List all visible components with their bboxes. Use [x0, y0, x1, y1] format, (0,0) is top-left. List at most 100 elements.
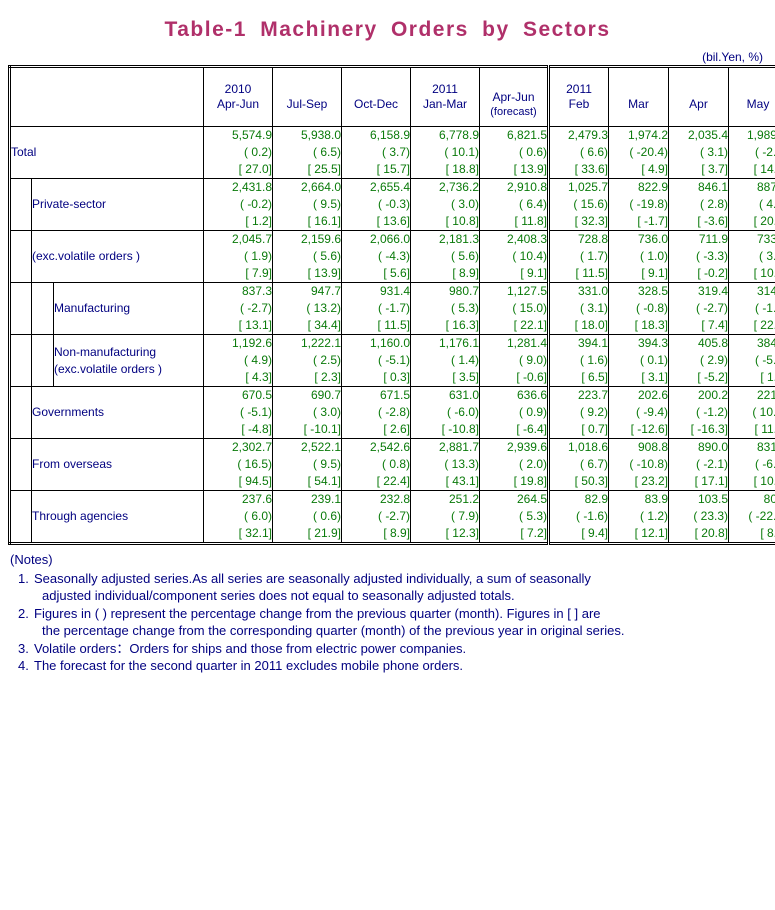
cell-yoy-percent: [ 14.7] — [753, 162, 775, 176]
data-cell: 223.7 ( 9.2) [ 0.7] — [547, 386, 609, 439]
cell-yoy-percent: [ 7.2] — [520, 526, 547, 540]
data-cell: 232.8 ( -2.7) [ 8.9] — [341, 490, 411, 544]
cell-level-value: 690.7 — [310, 388, 341, 402]
table-container: 2010 Apr-Jun Jul-Sep Oct-Dec 2011 Jan-Mar A… — [0, 65, 775, 545]
cell-change-percent: ( -5.4) — [754, 353, 775, 367]
table-row: Non-manufacturing (exc.volatile orders ) 1… — [9, 334, 775, 387]
cell-yoy-percent: [ 8.6] — [760, 526, 775, 540]
cell-change-percent: ( 10.1) — [444, 145, 479, 159]
row-label-primary: Private-sector — [32, 197, 107, 211]
cell-level-value: 947.7 — [310, 284, 341, 298]
cell-change-percent: ( 6.7) — [579, 457, 608, 471]
table-row: Private-sector 2,431.8( -0.2)[ 1.2] 2,664.… — [9, 178, 775, 231]
indent-spacer — [9, 230, 32, 283]
data-cell: 670.5 ( -5.1) [ -4.8] — [203, 386, 273, 439]
cell-level-value: 2,066.0 — [369, 232, 410, 246]
row-label-primary: Manufacturing — [54, 301, 131, 315]
cell-level-value: 80.3 — [763, 492, 775, 506]
row-label: (exc.volatile orders ) — [31, 230, 204, 283]
column-header-7: Mar — [608, 66, 669, 127]
row-label-primary: Total — [11, 145, 37, 159]
cell-change-percent: ( -2.1) — [695, 457, 728, 471]
cell-yoy-percent: [ 2.3] — [314, 370, 341, 384]
cell-level-value: 251.2 — [448, 492, 479, 506]
cell-level-value: 931.4 — [379, 284, 410, 298]
cell-level-value: 2,479.3 — [567, 128, 608, 142]
cell-yoy-percent: [ 11.8] — [514, 214, 547, 228]
data-cell: 83.9 ( 1.2) [ 12.1] — [608, 490, 669, 544]
cell-level-value: 394.1 — [577, 336, 608, 350]
cell-level-value: 394.3 — [637, 336, 668, 350]
cell-level-value: 103.5 — [697, 492, 728, 506]
cell-level-value: 202.6 — [637, 388, 668, 402]
data-cell: 384.1 ( -5.4) [ 1.5] — [728, 334, 775, 387]
cell-change-percent: ( 16.5) — [237, 457, 272, 471]
column-header-year — [729, 82, 775, 97]
cell-change-percent: ( 3.1) — [699, 145, 728, 159]
indent-spacer — [9, 386, 32, 439]
data-cell: 2,736.2 ( 3.0) [ 10.8] — [410, 178, 480, 231]
cell-change-percent: ( 4.9) — [243, 353, 272, 367]
cell-level-value: 822.9 — [637, 180, 668, 194]
note-item: 3. Volatile orders：Orders for ships and t… — [10, 640, 775, 658]
cell-level-value: 890.0 — [697, 440, 728, 454]
cell-yoy-percent: [ 12.3] — [445, 526, 479, 540]
data-cell: 239.1 ( 0.6) [ 21.9] — [272, 490, 342, 544]
cell-level-value: 200.2 — [697, 388, 728, 402]
indent-spacer — [9, 282, 32, 335]
cell-level-value: 82.9 — [584, 492, 608, 506]
data-cell: 2,408.3 ( 10.4) [ 9.1] — [479, 230, 549, 283]
cell-level-value: 2,302.7 — [231, 440, 272, 454]
cell-yoy-percent: [ 13.9] — [513, 162, 547, 176]
cell-level-value: 319.4 — [697, 284, 728, 298]
column-header-6: 2011 Feb — [547, 66, 609, 127]
note-line-1: Figures in ( ) represent the percentage … — [34, 605, 601, 621]
cell-level-value: 384.1 — [756, 336, 775, 350]
note-line-1: Seasonally adjusted series.As all series… — [34, 570, 591, 586]
cell-yoy-percent: [ 50.3] — [574, 474, 608, 488]
note-line-2: the percentage change from the correspon… — [42, 623, 625, 638]
cell-level-value: 2,910.8 — [506, 180, 547, 194]
cell-change-percent: ( 7.9) — [450, 509, 479, 523]
column-header-period: Jul-Sep — [286, 97, 328, 111]
cell-change-percent: ( 10.7) — [752, 405, 775, 419]
cell-yoy-percent: [ -4.8] — [241, 422, 272, 436]
data-cell: 1,974.2 ( -20.4) [ 4.9] — [608, 126, 669, 179]
note-line-2: adjusted individual/component series doe… — [42, 588, 515, 603]
cell-level-value: 6,158.9 — [369, 128, 410, 142]
cell-change-percent: ( 1.2) — [639, 509, 668, 523]
cell-change-percent: ( -2.8) — [377, 405, 410, 419]
cell-yoy-percent: [ 25.5] — [307, 162, 341, 176]
indent-spacer — [9, 334, 32, 387]
row-label: Private-sector — [31, 178, 204, 231]
cell-level-value: 980.7 — [448, 284, 479, 298]
unit-note: (bil.Yen, %) — [702, 50, 763, 64]
cell-yoy-percent: [ 7.9] — [245, 266, 272, 280]
cell-yoy-percent: [ 17.1] — [694, 474, 728, 488]
cell-yoy-percent: [ -1.7] — [637, 214, 668, 228]
indent-spacer — [9, 438, 32, 491]
notes-list: 1. Seasonally adjusted series.As all seri… — [10, 570, 775, 675]
cell-yoy-percent: [ 8.9] — [452, 266, 479, 280]
cell-yoy-percent: [ 21.9] — [307, 526, 341, 540]
table-row: Total 5,574.9 ( 0.2) [ 27.0] 5,938.0 ( 6.5) [ … — [9, 126, 775, 179]
cell-level-value: 2,655.4 — [369, 180, 410, 194]
cell-level-value: 2,181.3 — [438, 232, 479, 246]
data-cell: 319.4 ( -2.7) [ 7.4] — [668, 282, 729, 335]
cell-yoy-percent: [ 1.5] — [760, 370, 775, 384]
cell-yoy-percent: [ 54.1] — [307, 474, 341, 488]
column-header-year — [480, 75, 547, 90]
data-cell: 80.3 ( -22.4) [ 8.6] — [728, 490, 775, 544]
cell-level-value: 1,281.4 — [506, 336, 547, 350]
row-label: From overseas — [31, 438, 204, 491]
data-cell: 221.7 ( 10.7) [ 11.3] — [728, 386, 775, 439]
data-cell: 2,066.0 ( -4.3) [ 5.6] — [341, 230, 411, 283]
cell-change-percent: ( 4.9) — [758, 197, 775, 211]
data-cell: 82.9 ( -1.6) [ 9.4] — [547, 490, 609, 544]
cell-change-percent: ( 5.6) — [312, 249, 341, 263]
cell-level-value: 733.4 — [756, 232, 775, 246]
cell-yoy-percent: [ 9.1] — [520, 266, 547, 280]
data-cell: 314.9 ( -1.4) [ 22.5] — [728, 282, 775, 335]
cell-change-percent: ( -2.7) — [377, 509, 410, 523]
cell-level-value: 837.3 — [241, 284, 272, 298]
